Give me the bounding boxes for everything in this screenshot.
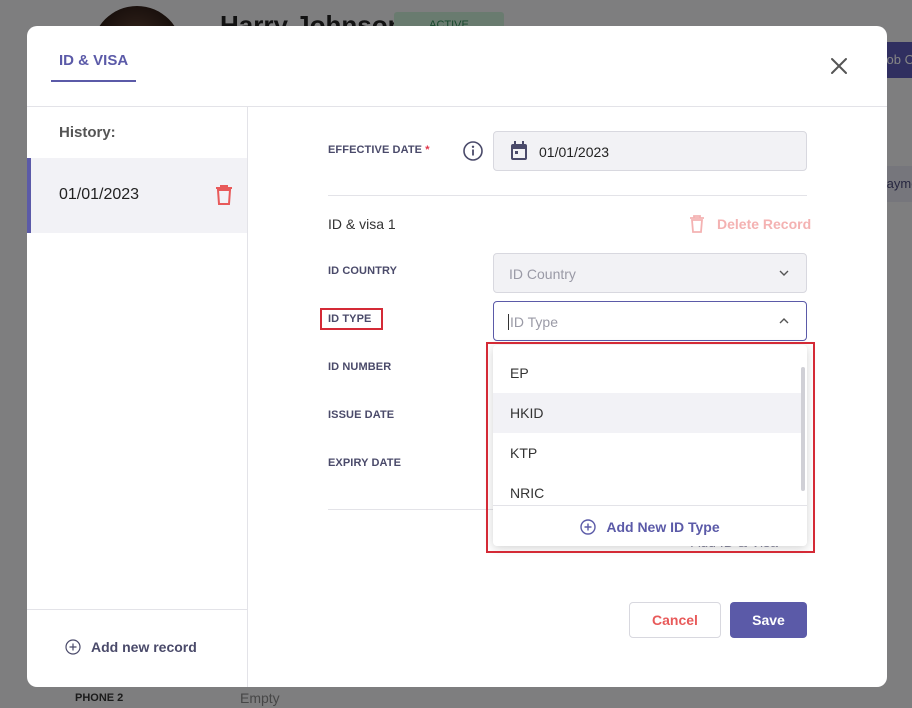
required-mark: *: [425, 144, 430, 156]
history-item-date: 01/01/2023: [59, 186, 140, 203]
history-label: History:: [59, 124, 116, 141]
chevron-down-icon: [779, 270, 789, 276]
highlight-box-label: [320, 308, 383, 330]
add-new-record-button[interactable]: Add new record: [65, 636, 197, 658]
add-new-record-label: Add new record: [91, 639, 197, 655]
record-title: ID & visa 1: [328, 216, 396, 232]
id-type-select[interactable]: ID Type: [493, 301, 807, 341]
id-country-select[interactable]: ID Country: [493, 253, 807, 293]
divider: [328, 509, 508, 510]
calendar-icon: [511, 141, 527, 160]
trash-icon: [690, 215, 704, 233]
delete-record-button[interactable]: Delete Record: [689, 214, 811, 234]
info-icon[interactable]: [462, 140, 484, 162]
history-item[interactable]: 01/01/2023: [27, 158, 247, 233]
effective-date-label: EFFECTIVE DATE *: [328, 144, 430, 156]
close-button[interactable]: [827, 54, 851, 78]
id-country-placeholder: ID Country: [509, 266, 576, 282]
id-type-placeholder: ID Type: [510, 314, 558, 330]
cancel-button[interactable]: Cancel: [629, 602, 721, 638]
history-sidebar: History: 01/01/2023 Add new record: [27, 107, 248, 687]
modal-header: ID & VISA: [27, 26, 887, 107]
highlight-box-dropdown: [486, 342, 815, 553]
sidebar-footer: Add new record: [27, 609, 247, 687]
issue-date-label: ISSUE DATE: [328, 409, 395, 421]
phone-2-value: Empty: [240, 690, 280, 706]
id-country-label: ID COUNTRY: [328, 265, 398, 277]
effective-date-value: 01/01/2023: [539, 144, 610, 160]
divider: [328, 195, 807, 196]
text-caret: [508, 314, 509, 330]
effective-date-field[interactable]: 01/01/2023: [493, 131, 807, 171]
delete-record-label: Delete Record: [717, 216, 812, 232]
tab-id-visa[interactable]: ID & VISA: [51, 50, 137, 82]
save-button[interactable]: Save: [730, 602, 807, 638]
phone-2-label: PHONE 2: [75, 692, 124, 704]
id-number-label: ID NUMBER: [328, 361, 392, 373]
close-icon: [831, 58, 847, 74]
chevron-up-icon: [779, 318, 789, 324]
id-visa-modal: ID & VISA History: 01/01/2023 Add new re…: [27, 26, 887, 687]
effective-date-label-text: EFFECTIVE DATE: [328, 144, 423, 156]
expiry-date-label: EXPIRY DATE: [328, 457, 402, 469]
plus-circle-icon: [65, 639, 81, 655]
trash-icon[interactable]: [215, 184, 233, 206]
